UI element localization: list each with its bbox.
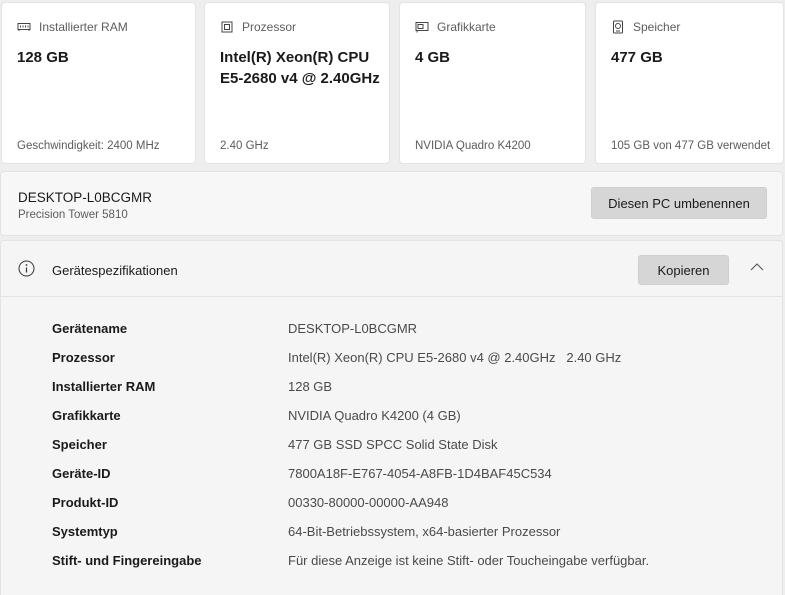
card-ram: Installierter RAM 128 GB Geschwindigkeit…	[1, 2, 196, 164]
ram-icon	[17, 23, 31, 31]
spec-key: Systemtyp	[52, 524, 118, 539]
spec-key: Produkt-ID	[52, 495, 119, 510]
card-footer: 105 GB von 477 GB verwendet	[611, 140, 771, 152]
spec-row-pen-touch: Stift- und Fingereingabe Für diese Anzei…	[1, 553, 782, 573]
spec-key: Stift- und Fingereingabe	[52, 553, 202, 568]
card-processor: Prozessor Intel(R) Xeon(R) CPU E5-2680 v…	[204, 2, 390, 164]
spec-value: Für diese Anzeige ist keine Stift- oder …	[288, 553, 650, 568]
spec-value: 477 GB SSD SPCC Solid State Disk	[288, 437, 498, 452]
spec-row-device-id: Geräte-ID 7800A18F-E767-4054-A8FB-1D4BAF…	[1, 466, 782, 486]
spec-row-product-id: Produkt-ID 00330-80000-00000-AA948	[1, 495, 782, 515]
copy-button[interactable]: Kopieren	[638, 255, 729, 285]
spec-key: Installierter RAM	[52, 379, 156, 394]
card-label: Prozessor	[242, 20, 297, 34]
processor-icon	[221, 21, 233, 33]
card-label: Speicher	[633, 20, 681, 34]
pc-name-bar: DESKTOP-L0BCGMR Precision Tower 5810 Die…	[0, 171, 783, 236]
spec-key: Geräte-ID	[52, 466, 111, 481]
spec-row-processor: Prozessor Intel(R) Xeon(R) CPU E5-2680 v…	[1, 350, 782, 370]
card-graphics: Grafikkarte 4 GB NVIDIA Quadro K4200	[399, 2, 586, 164]
spec-key: Grafikkarte	[52, 408, 121, 423]
spec-key: Prozessor	[52, 350, 115, 365]
section-title: Gerätespezifikationen	[52, 263, 178, 278]
card-footer: Geschwindigkeit: 2400 MHz	[17, 140, 160, 152]
spec-row-storage: Speicher 477 GB SSD SPCC Solid State Dis…	[1, 437, 782, 457]
info-icon	[18, 260, 35, 277]
device-specifications-header[interactable]: Gerätespezifikationen Kopieren	[1, 241, 782, 297]
pc-model: Precision Tower 5810	[18, 209, 128, 221]
card-storage: Speicher 477 GB 105 GB von 477 GB verwen…	[595, 2, 784, 164]
card-value: 477 GB	[611, 49, 663, 66]
spec-row-ram: Installierter RAM 128 GB	[1, 379, 782, 399]
spec-value: NVIDIA Quadro K4200 (4 GB)	[288, 408, 461, 423]
card-value: Intel(R) Xeon(R) CPU E5-2680 v4 @ 2.40GH…	[220, 49, 380, 87]
rename-pc-button[interactable]: Diesen PC umbenennen	[591, 187, 767, 219]
spec-row-device-name: Gerätename DESKTOP-L0BCGMR	[1, 321, 782, 341]
spec-row-graphics: Grafikkarte NVIDIA Quadro K4200 (4 GB)	[1, 408, 782, 428]
spec-value: 00330-80000-00000-AA948	[288, 495, 449, 510]
card-label: Grafikkarte	[437, 20, 496, 34]
spec-value: DESKTOP-L0BCGMR	[288, 321, 418, 336]
card-value: 128 GB	[17, 49, 69, 66]
storage-icon	[613, 20, 623, 34]
graphics-card-icon	[415, 22, 429, 33]
spec-value: 64-Bit-Betriebssystem, x64-basierter Pro…	[288, 524, 561, 539]
spec-key: Gerätename	[52, 321, 128, 336]
device-specifications-panel: Gerätespezifikationen Kopieren Gerätenam…	[0, 240, 783, 595]
card-label: Installierter RAM	[39, 20, 128, 34]
hardware-summary-cards: Installierter RAM 128 GB Geschwindigkeit…	[0, 2, 785, 164]
card-footer: NVIDIA Quadro K4200	[415, 140, 531, 152]
card-value: 4 GB	[415, 49, 451, 66]
spec-key: Speicher	[52, 437, 107, 452]
spec-value: 7800A18F-E767-4054-A8FB-1D4BAF45C534	[288, 466, 552, 481]
spec-value: Intel(R) Xeon(R) CPU E5-2680 v4 @ 2.40GH…	[288, 350, 622, 365]
spec-value: 128 GB	[288, 379, 333, 394]
chevron-up-icon[interactable]	[749, 262, 765, 272]
spec-row-system-type: Systemtyp 64-Bit-Betriebssystem, x64-bas…	[1, 524, 782, 544]
pc-name: DESKTOP-L0BCGMR	[18, 190, 153, 205]
card-footer: 2.40 GHz	[220, 140, 269, 152]
